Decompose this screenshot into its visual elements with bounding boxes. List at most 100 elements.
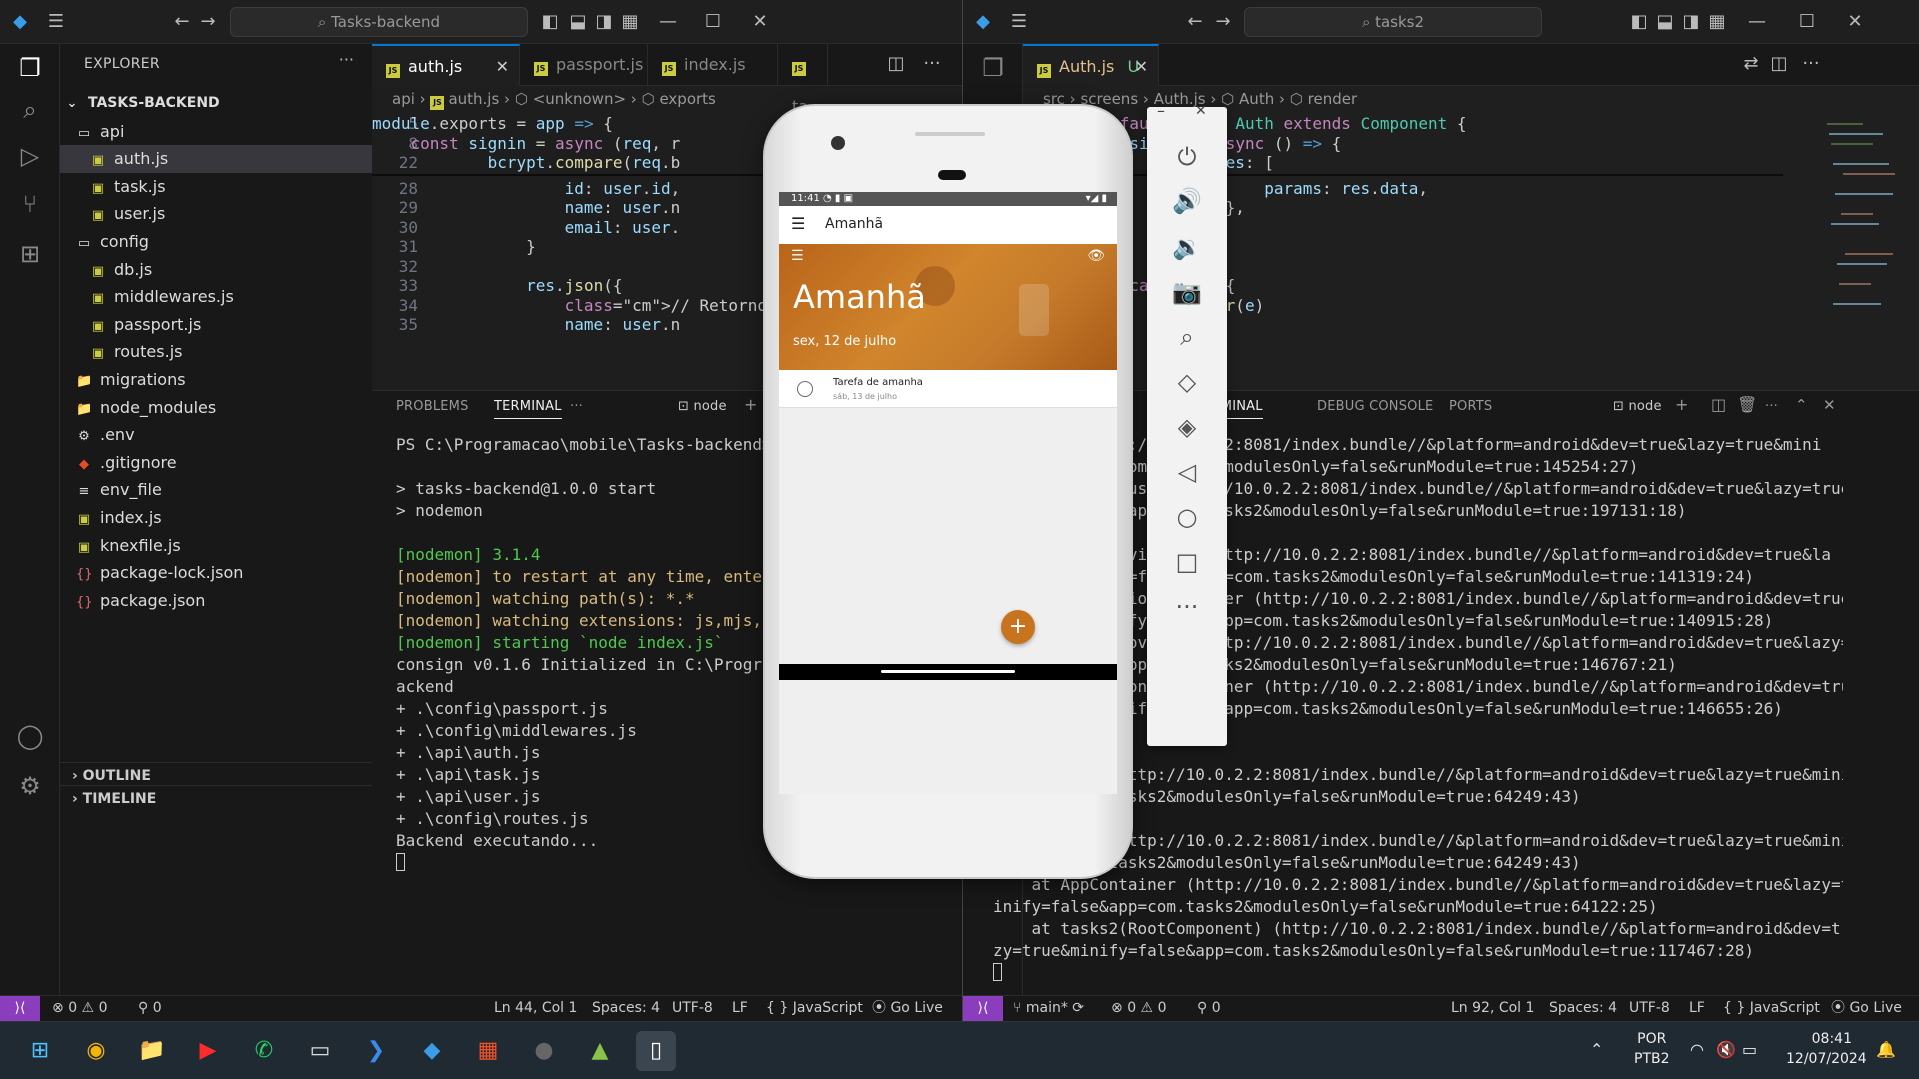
notification-bell-icon[interactable]: 🔔: [1876, 1040, 1896, 1059]
tree-item[interactable]: ▣ middlewares.js: [60, 283, 372, 311]
close-tab-icon[interactable]: ✕: [496, 46, 509, 88]
encoding[interactable]: UTF-8: [672, 996, 713, 1021]
more-icon[interactable]: ···: [1169, 589, 1205, 625]
tree-item[interactable]: ≡ env_file: [60, 476, 372, 504]
tree-item[interactable]: ▣ auth.js: [60, 145, 372, 173]
tab-auth-js[interactable]: JS auth.js ✕: [372, 44, 520, 86]
close-window-icon[interactable]: ✕: [748, 10, 772, 34]
minimize-icon[interactable]: —: [656, 10, 680, 34]
terminal-selector[interactable]: ⊡ node: [1613, 399, 1662, 414]
source-control-icon[interactable]: ⑂: [12, 186, 48, 222]
tree-item[interactable]: ▣ index.js: [60, 504, 372, 532]
split-terminal-icon[interactable]: ◫: [1711, 395, 1726, 414]
breadcrumb-item[interactable]: <unknown>: [533, 90, 626, 108]
tree-item[interactable]: ⚙ .env: [60, 421, 372, 449]
chrome-icon[interactable]: ◉: [76, 1031, 116, 1071]
compare-icon[interactable]: ⇄: [1739, 52, 1763, 76]
tree-item[interactable]: ◆ .gitignore: [60, 449, 372, 477]
minimap[interactable]: [1823, 114, 1903, 374]
end-of-line[interactable]: LF: [1689, 996, 1705, 1021]
back-arrow-icon[interactable]: ←: [170, 10, 194, 34]
minimize-emulator-icon[interactable]: –: [1157, 101, 1165, 120]
maximize-icon[interactable]: ☐: [1795, 10, 1819, 34]
close-panel-icon[interactable]: ✕: [1823, 396, 1836, 414]
encoding[interactable]: UTF-8: [1629, 996, 1670, 1021]
tab-terminal[interactable]: TERMINAL: [494, 399, 562, 419]
volume-down-icon[interactable]: 🔉: [1169, 229, 1205, 265]
language-mode[interactable]: { } JavaScript: [1723, 996, 1820, 1021]
drawer-menu-icon[interactable]: ☰: [791, 214, 805, 233]
remote-icon[interactable]: ⟩⟨: [963, 996, 1003, 1021]
search-icon[interactable]: ⌕: [12, 92, 48, 128]
add-task-fab[interactable]: +: [1001, 610, 1035, 644]
run-debug-icon[interactable]: ▷: [12, 138, 48, 174]
tree-item[interactable]: ▣ task.js: [60, 173, 372, 201]
split-editor-icon[interactable]: ◫: [1767, 52, 1791, 76]
indentation[interactable]: Spaces: 4: [592, 996, 660, 1021]
timeline-section[interactable]: › TIMELINE: [60, 785, 372, 812]
tab-problems[interactable]: PROBLEMS: [396, 399, 469, 414]
explorer-icon[interactable]: ❐: [12, 50, 48, 86]
back-arrow-icon[interactable]: ←: [1183, 10, 1207, 34]
ports-status[interactable]: ⚲ 0: [1197, 996, 1221, 1021]
tab-task-js[interactable]: JSta: [778, 44, 828, 116]
volume-muted-icon[interactable]: 🔇: [1716, 1040, 1736, 1059]
new-terminal-icon[interactable]: +: [1675, 395, 1689, 414]
rotate-left-icon[interactable]: ◇: [1169, 364, 1205, 400]
more-actions-icon[interactable]: ···: [920, 52, 944, 76]
overview-icon[interactable]: □: [1169, 544, 1205, 580]
menu-icon[interactable]: ☰: [1007, 10, 1031, 34]
layout-icon[interactable]: ▦: [618, 10, 642, 34]
explorer-icon[interactable]: ❐: [975, 50, 1011, 86]
split-editor-icon[interactable]: ◫: [884, 52, 908, 76]
close-tab-icon[interactable]: ✕: [1135, 46, 1148, 88]
tree-item[interactable]: ▭ config: [60, 228, 372, 256]
language-mode[interactable]: { } JavaScript: [766, 996, 863, 1021]
tab-auth-js[interactable]: JS Auth.js U ✕: [1023, 44, 1159, 86]
rotate-right-icon[interactable]: ◈: [1169, 409, 1205, 445]
problems-status[interactable]: ⊗ 0 ⚠ 0: [52, 996, 107, 1021]
menu-icon[interactable]: ☰: [44, 10, 68, 34]
toggle-panel-icon[interactable]: ⬓: [1653, 10, 1677, 34]
clock[interactable]: 08:41 12/07/2024: [1786, 1029, 1867, 1069]
close-emulator-icon[interactable]: ✕: [1195, 103, 1207, 119]
new-terminal-icon[interactable]: +: [744, 395, 758, 414]
more-actions-icon[interactable]: ···: [1765, 399, 1778, 414]
windows-start-icon[interactable]: ⊞: [20, 1031, 60, 1071]
close-window-icon[interactable]: ✕: [1843, 10, 1867, 34]
powershell-icon[interactable]: ❯: [356, 1031, 396, 1071]
tree-item[interactable]: ▣ routes.js: [60, 338, 372, 366]
toggle-sidebar-icon[interactable]: ◧: [1627, 10, 1651, 34]
breadcrumb-item[interactable]: Auth: [1239, 90, 1274, 108]
tree-item[interactable]: 📁 migrations: [60, 366, 372, 394]
home-gesture-pill[interactable]: [881, 670, 1015, 673]
more-actions-icon[interactable]: ···: [1799, 52, 1823, 76]
vscode-taskbar-icon[interactable]: ◆: [412, 1031, 452, 1071]
minimize-icon[interactable]: —: [1745, 10, 1769, 34]
microsoft-store-icon[interactable]: ▦: [468, 1031, 508, 1071]
workspace-header[interactable]: ⌄ TASKS-BACKEND: [60, 90, 372, 118]
toggle-secondary-sidebar-icon[interactable]: ◨: [592, 10, 616, 34]
whatsapp-icon[interactable]: ✆: [244, 1031, 284, 1071]
breadcrumb-item[interactable]: api: [392, 90, 415, 108]
tab-passport-js[interactable]: JS passport.js: [520, 44, 648, 86]
extensions-icon[interactable]: ⊞: [12, 236, 48, 272]
indentation[interactable]: Spaces: 4: [1549, 996, 1617, 1021]
toggle-secondary-sidebar-icon[interactable]: ◨: [1679, 10, 1703, 34]
tree-item[interactable]: {} package.json: [60, 587, 372, 615]
account-icon[interactable]: ◯: [12, 718, 48, 754]
terminal-icon[interactable]: ▭: [300, 1031, 340, 1071]
tab-debug-console[interactable]: DEBUG CONSOLE: [1317, 399, 1433, 414]
layout-icon[interactable]: ▦: [1705, 10, 1729, 34]
tree-item[interactable]: ▣ passport.js: [60, 311, 372, 339]
forward-arrow-icon[interactable]: →: [196, 10, 220, 34]
app-icon[interactable]: ●: [524, 1031, 564, 1071]
manage-gear-icon[interactable]: ⚙: [12, 768, 48, 804]
problems-status[interactable]: ⊗ 0 ⚠ 0: [1111, 996, 1166, 1021]
more-actions-icon[interactable]: ···: [339, 50, 354, 69]
breadcrumb-item[interactable]: exports: [659, 90, 715, 108]
go-live-button[interactable]: ⦿ Go Live: [872, 996, 943, 1021]
toggle-panel-icon[interactable]: ⬓: [566, 10, 590, 34]
show-hidden-icons[interactable]: ⌃: [1590, 1040, 1603, 1059]
wifi-icon[interactable]: ◠: [1690, 1040, 1704, 1059]
